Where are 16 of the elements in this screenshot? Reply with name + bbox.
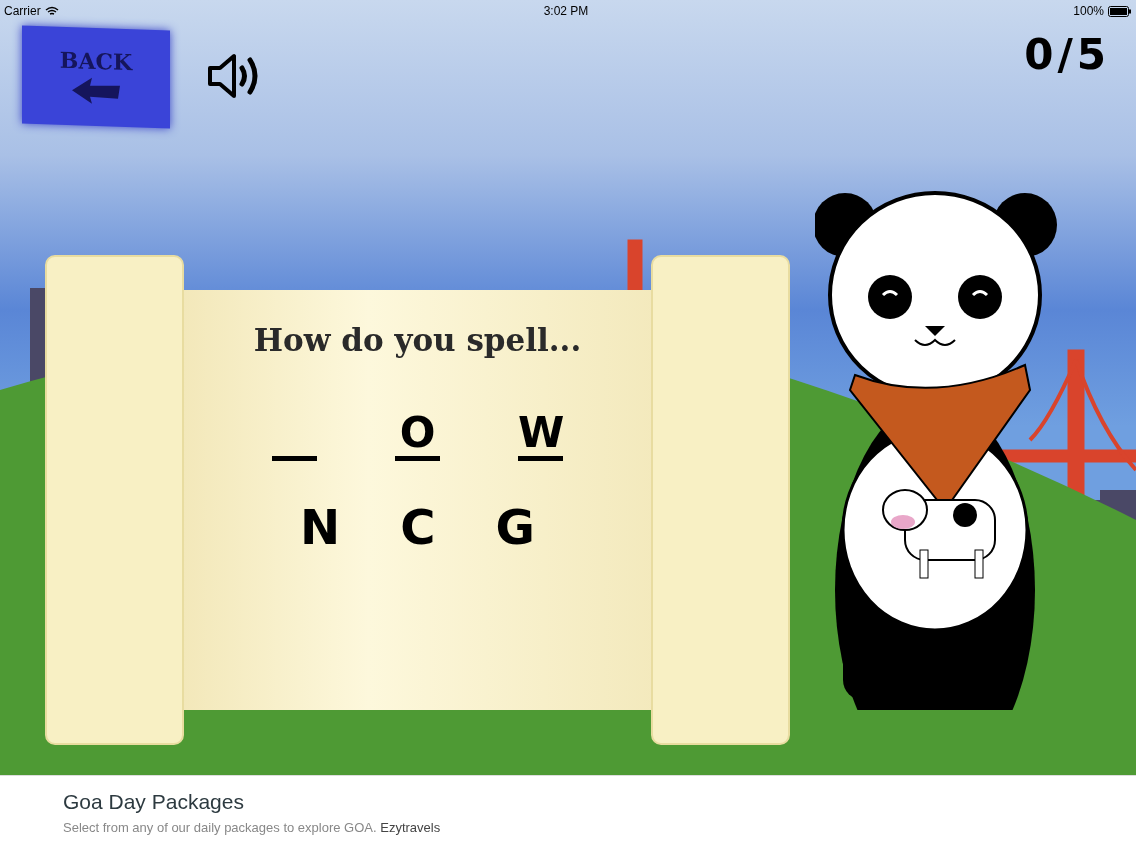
wifi-icon (44, 6, 59, 16)
battery-icon (1108, 5, 1132, 17)
letter-tile[interactable]: C (396, 499, 440, 555)
carrier-label: Carrier (4, 4, 41, 18)
question-prompt: How do you spell... (253, 322, 582, 358)
ad-title: Goa Day Packages (63, 790, 245, 814)
clock-time: 3:02 PM (543, 4, 589, 18)
letter-tile[interactable]: G (491, 499, 539, 555)
letter-slot[interactable]: O (395, 410, 440, 461)
ad-text: Select from any of our daily packages to explore GOA. (63, 820, 377, 835)
arrow-icon (70, 75, 122, 107)
battery-percent: 100% (1073, 4, 1104, 18)
letter-slot[interactable]: W (518, 410, 563, 461)
letter-tile[interactable]: N (296, 499, 345, 555)
ad-advertiser: Ezytravels (380, 820, 441, 835)
score-counter: 0/5 (1024, 30, 1110, 79)
